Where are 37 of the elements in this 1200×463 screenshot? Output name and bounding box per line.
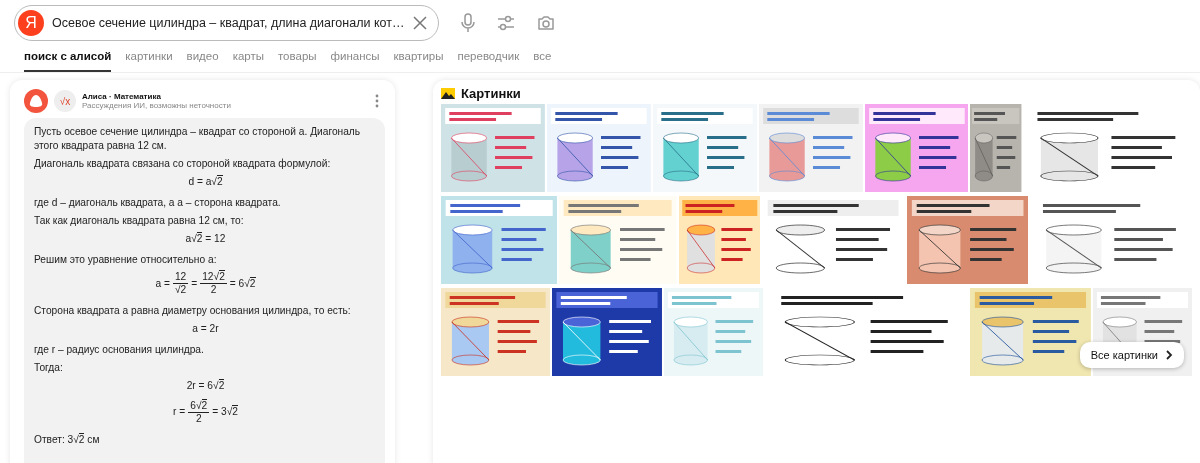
close-icon[interactable] (412, 15, 429, 31)
source-title: Алиса · Математика (82, 92, 162, 101)
answer-paragraph: Сторона квадрата a равна диаметру основания цилиндра, то есть: (34, 304, 352, 318)
sliders-icon[interactable] (497, 15, 516, 31)
tab[interactable]: карты (232, 45, 264, 72)
microphone-icon[interactable] (461, 13, 476, 33)
answer-paragraph: где r – радиус основания цилиндра. (34, 342, 205, 356)
tab[interactable]: переводчик (457, 45, 520, 72)
answer-paragraph: Ответ: 3√2 см (34, 432, 101, 446)
tab[interactable]: видео (186, 45, 219, 72)
tab[interactable]: финансы (330, 45, 380, 72)
tab[interactable]: квартиры (393, 45, 444, 72)
yandex-logo[interactable]: Я (18, 10, 44, 36)
math-formula: a√2 = 12 (184, 232, 227, 245)
answer-paragraph: Решим это уравнение относительно a: (34, 252, 218, 266)
answer-paragraph: где d – диагональ квадрата, а a – сторона квадрата. (34, 195, 282, 209)
answer-paragraph: Так как диагональ квадрата равна 12 см, то: (34, 214, 245, 228)
section-title: Картинки (461, 85, 521, 101)
answer-paragraph: Диагональ квадрата связана со стороной квадрата формулой: (34, 157, 332, 171)
math-formula: d = a√2 (187, 175, 224, 188)
math-icon: √x (54, 90, 76, 112)
tab[interactable]: все (533, 45, 552, 72)
disclaimer-text: Рассуждения ИИ, возможны неточности (82, 101, 232, 110)
tab[interactable]: товары (278, 45, 317, 72)
alice-logo-icon[interactable] (24, 89, 48, 113)
math-formula: r = 6√2 2 = 3√2 (172, 399, 239, 425)
answer-paragraph: Пусть осевое сечение цилиндра – квадрат со стороной a. Диагональ этого квадрата равна 12 см. (34, 125, 362, 152)
camera-icon[interactable] (537, 15, 556, 31)
math-formula: 2r = 6√2 (185, 379, 226, 392)
chevron-icon (1166, 350, 1173, 360)
more-icon[interactable] (375, 94, 379, 108)
image-icon (441, 87, 455, 99)
tab[interactable]: поиск с алисой (24, 45, 112, 72)
answer-paragraph: Тогда: (34, 361, 64, 375)
tab[interactable]: картинки (125, 45, 173, 72)
all-images-button[interactable]: Все картинки (1079, 342, 1184, 368)
math-formula: a = 2r (191, 322, 220, 335)
